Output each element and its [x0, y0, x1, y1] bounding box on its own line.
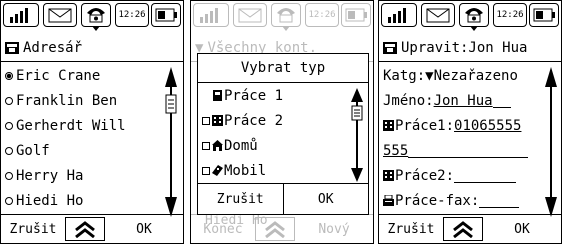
work-fax-field[interactable]: Práce-fax:	[379, 188, 547, 213]
cancel-button[interactable]: Zrušit	[1, 222, 65, 237]
contact-form: Katg: ▼ Nezařazeno Jméno: Jon Hua Práce1…	[379, 63, 547, 213]
soft-key-bar: Zrušit OK	[379, 214, 561, 243]
phone-icon	[81, 3, 111, 31]
screen-title: Upravit:Jon Hua	[379, 35, 561, 62]
double-chevron-up-icon	[453, 221, 473, 238]
dropdown-arrow-icon: ▼	[425, 67, 434, 84]
category-value: Nezařazeno	[433, 67, 518, 84]
dialog-ok-button[interactable]: OK	[284, 184, 369, 214]
mail-icon	[233, 3, 267, 27]
radio-icon	[5, 96, 13, 105]
radio-icon	[5, 146, 13, 155]
radio-icon	[5, 171, 13, 180]
battery-icon	[529, 3, 559, 27]
address-book-icon	[383, 42, 397, 54]
mobile-icon	[212, 165, 223, 176]
type-option[interactable]: Práce 2	[198, 108, 368, 133]
ok-button[interactable]: OK	[105, 222, 183, 237]
fax-icon	[383, 195, 394, 206]
type-option[interactable]: Domů	[198, 133, 368, 158]
dialog-title: Vybrat typ	[198, 54, 368, 83]
menu-button[interactable]	[443, 217, 483, 241]
checkbox[interactable]	[202, 116, 210, 125]
work2-field[interactable]: Práce2:	[379, 163, 547, 188]
type-option[interactable]: Mobil	[198, 158, 368, 183]
new-button[interactable]: Nový	[295, 222, 373, 237]
menu-button[interactable]	[65, 217, 105, 241]
soft-key-bar: Konec Nový	[191, 214, 373, 243]
contact-item[interactable]: Golf	[1, 138, 161, 163]
mail-icon	[421, 3, 455, 27]
phone-icon	[213, 90, 222, 101]
address-book-icon	[5, 42, 19, 54]
work1-field-cont[interactable]: 555	[379, 138, 547, 163]
checkbox[interactable]	[202, 141, 210, 150]
radio-icon	[5, 196, 13, 205]
radio-selected-icon	[5, 71, 13, 80]
address-book-screen: 12:26 Adresář Eric Crane Franklin Ben Ge…	[0, 0, 184, 244]
battery-icon	[341, 3, 371, 27]
contact-item[interactable]: Franklin Ben	[1, 88, 161, 113]
house-icon	[212, 140, 223, 151]
contact-list: Eric Crane Franklin Ben Gerherdt Will Go…	[1, 63, 161, 213]
contact-item[interactable]: Eric Crane	[1, 63, 161, 88]
contact-item[interactable]: Gerherdt Will	[1, 113, 161, 138]
category-field[interactable]: Katg: ▼ Nezařazeno	[379, 63, 547, 88]
status-bar: 12:26	[1, 1, 183, 35]
screen-title: Adresář	[1, 35, 183, 62]
clock-time: 12:26	[305, 3, 339, 27]
double-chevron-up-icon	[75, 221, 95, 238]
radio-icon	[5, 121, 13, 130]
soft-key-bar: Zrušit OK	[1, 214, 183, 243]
dialog-cancel-button[interactable]: Zrušit	[198, 184, 284, 214]
phone-icon	[459, 3, 489, 31]
scrollbar[interactable]	[543, 65, 559, 219]
building-icon	[383, 120, 394, 131]
ok-button[interactable]: OK	[483, 222, 561, 237]
phone-icon	[271, 3, 301, 31]
building-icon	[212, 115, 223, 126]
menu-button[interactable]	[255, 217, 295, 241]
work1-field[interactable]: Práce1: 01065555	[379, 113, 547, 138]
double-chevron-up-icon	[265, 221, 285, 238]
clock-time: 12:26	[493, 3, 527, 27]
title-text: Upravit:Jon Hua	[401, 40, 528, 56]
signal-icon	[381, 3, 417, 27]
name-field[interactable]: Jméno: Jon Hua	[379, 88, 547, 113]
building-icon	[383, 170, 394, 181]
clock-time: 12:26	[115, 3, 149, 27]
work1-value-cont: 555	[383, 142, 409, 159]
battery-icon	[151, 3, 181, 27]
dialog-scrollbar[interactable]	[350, 88, 364, 182]
select-type-screen: 12:26 ▼ Všechny kont. Hiedi Ho Konec Nov…	[190, 0, 374, 244]
signal-icon	[193, 3, 229, 27]
scrollbar[interactable]	[163, 65, 179, 219]
exit-button[interactable]: Konec	[191, 222, 255, 237]
edit-contact-screen: 12:26 Upravit:Jon Hua Katg: ▼ Nezařazeno…	[378, 0, 562, 244]
status-bar: 12:26	[191, 1, 373, 35]
name-value: Jon Hua	[433, 92, 493, 109]
dialog-buttons: Zrušit OK	[198, 183, 368, 214]
signal-icon	[3, 3, 39, 27]
contact-item[interactable]: Hiedi Ho	[1, 188, 161, 213]
type-option[interactable]: Práce 1	[198, 83, 368, 108]
cancel-button[interactable]: Zrušit	[379, 222, 443, 237]
title-text: Adresář	[23, 40, 83, 56]
mail-icon	[43, 3, 77, 27]
select-type-dialog: Vybrat typ Práce 1 Práce 2 Domů Mobil Zr…	[197, 53, 369, 215]
checkbox[interactable]	[202, 166, 210, 175]
contact-item[interactable]: Herry Ha	[1, 163, 161, 188]
status-bar: 12:26	[379, 1, 561, 35]
work1-value: 01065555	[454, 117, 522, 134]
